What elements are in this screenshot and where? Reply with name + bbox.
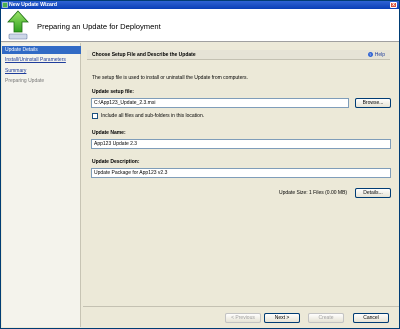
update-description-label: Update Description: [92,159,140,165]
wizard-footer: < Previous Next > Create Cancel [83,306,399,327]
setup-file-field[interactable]: C:\App123_Update_2.3.msi [91,98,349,108]
step-update-details[interactable]: Update Details [2,46,81,54]
close-icon[interactable]: x [390,2,397,8]
section-header: Choose Setup File and Describe the Updat… [87,50,390,60]
help-link[interactable]: ? Help [367,52,385,58]
page-title: Preparing an Update for Deployment [37,22,161,31]
update-name-field[interactable]: App123 Update 2.3 [91,139,391,149]
setup-file-label: Update setup file: [92,89,134,95]
step-preparing-update: Preparing Update [5,78,45,84]
create-button[interactable]: Create [308,313,344,323]
main-panel: Choose Setup File and Describe the Updat… [83,43,399,327]
cancel-button[interactable]: Cancel [353,313,389,323]
next-button[interactable]: Next > [264,313,300,323]
update-size-text: Update Size: 1 Files (0.00 MB) [279,190,348,196]
update-description-field[interactable]: Update Package for App123 v2.3 [91,168,391,178]
wizard-header: Preparing an Update for Deployment [1,9,399,42]
wizard-window: New Update Wizard x Preparing an Update … [0,0,400,329]
browse-button[interactable]: Browse... [355,98,391,108]
step-summary[interactable]: Summary [2,67,81,75]
window-title: New Update Wizard [9,2,58,8]
step-install-uninstall-parameters[interactable]: Install/Uninstall Parameters [2,56,81,64]
setup-file-description: The setup file is used to install or uni… [92,75,248,81]
help-icon: ? [367,52,373,58]
section-title: Choose Setup File and Describe the Updat… [92,52,196,58]
wizard-icon [2,2,8,8]
include-subfolders-checkbox[interactable] [92,113,98,119]
include-subfolders-label: Include all files and sub-folders in thi… [101,113,205,119]
install-arrow-icon [7,10,29,40]
details-button[interactable]: Details... [355,188,391,198]
previous-button[interactable]: < Previous [225,313,261,323]
wizard-steps: Update Details Install/Uninstall Paramet… [2,43,81,327]
help-label: Help [374,52,385,58]
title-bar[interactable]: New Update Wizard x [1,1,399,9]
update-name-label: Update Name: [92,130,126,136]
